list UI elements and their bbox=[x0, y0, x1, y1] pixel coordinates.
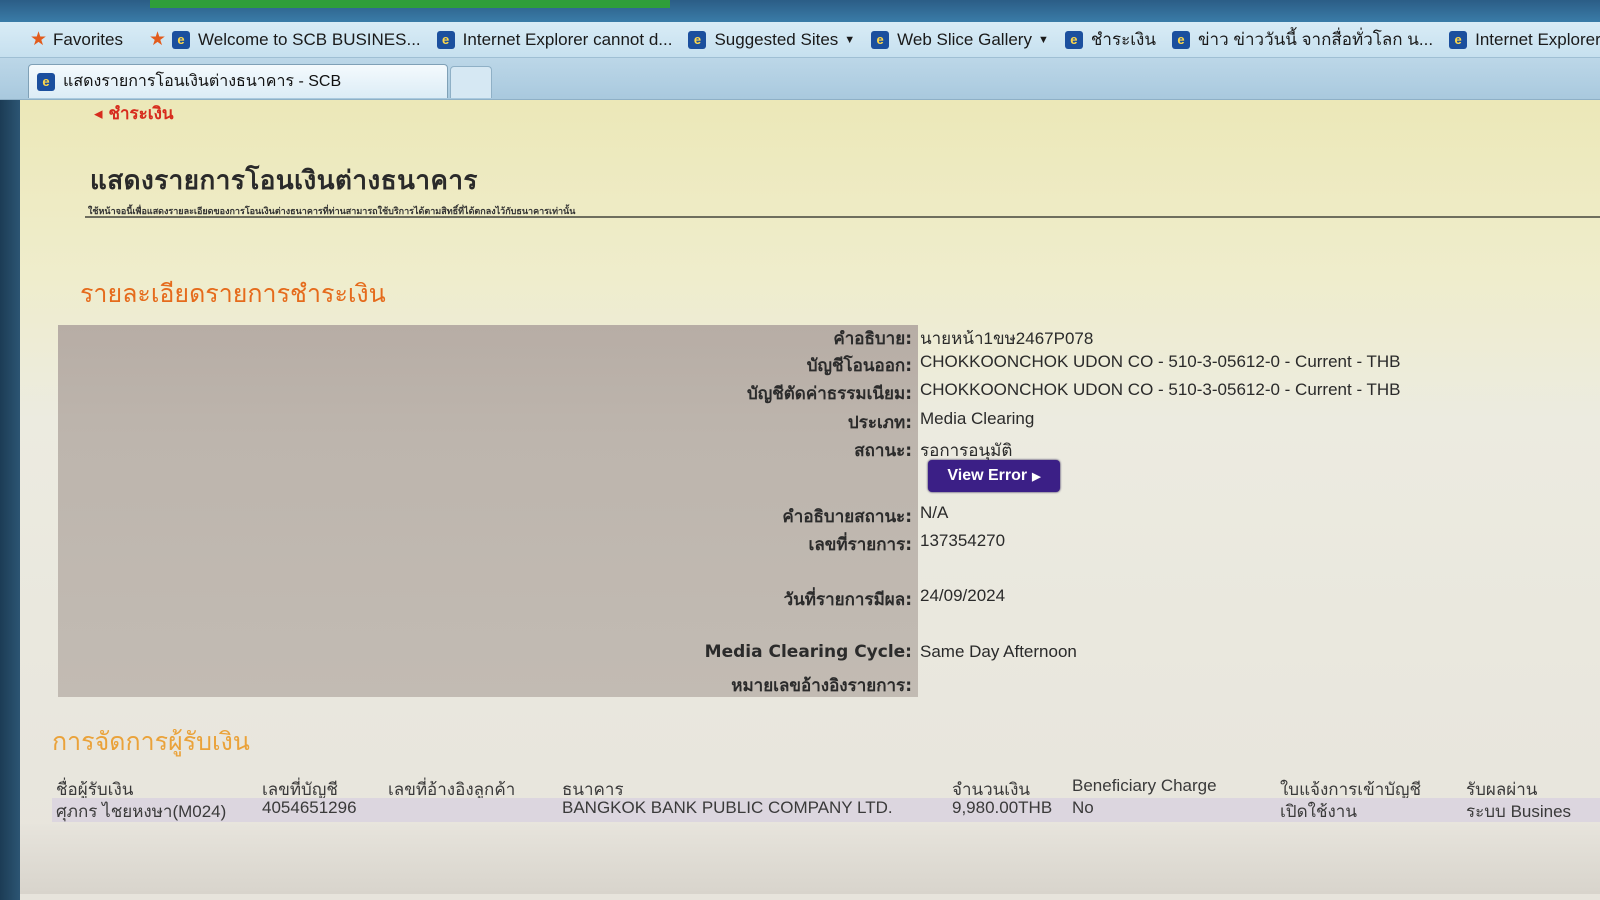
detail-value: N/A bbox=[920, 503, 949, 522]
ie-page-icon: e bbox=[688, 30, 707, 49]
favorite-link-label: ข่าว ข่าววันนี้ จากสื่อทั่วโลก น... bbox=[1197, 30, 1434, 49]
favorite-link[interactable]: e ชำระเงิน bbox=[1064, 26, 1156, 53]
detail-row-effective-date: วันที่รายการมีผล: 24/09/2024 bbox=[58, 586, 1558, 614]
detail-label: ประเภท: bbox=[847, 413, 912, 433]
ie-page-icon: e bbox=[172, 30, 191, 49]
favorite-link-suggested-sites[interactable]: e Suggested Sites ▼ bbox=[688, 30, 855, 50]
detail-row-debit-account: บัญชีโอนออก: CHOKKOONCHOK UDON CO - 510-… bbox=[58, 352, 1558, 380]
breadcrumb[interactable]: ◂ ชำระเงิน bbox=[94, 100, 174, 127]
favorites-button[interactable]: ★ Favorites bbox=[30, 28, 123, 51]
favorite-link-label: ชำระเงิน bbox=[1090, 30, 1156, 49]
favorites-label: Favorites bbox=[53, 29, 123, 49]
detail-row-status: สถานะ: รอการอนุมัติ bbox=[58, 437, 1558, 465]
favorite-link-label: Internet Explorer cannot d... bbox=[462, 29, 673, 49]
page-title: แสดงรายการโอนเงินต่างธนาคาร bbox=[90, 166, 478, 196]
ie-page-icon: e bbox=[37, 72, 55, 91]
tab-bar: e แสดงรายการโอนเงินต่างธนาคาร - SCB bbox=[0, 58, 1600, 100]
detail-value: นายหน้า1ขษ2467P078 bbox=[920, 329, 1094, 348]
favorite-link-label: Internet Explorer canno bbox=[1475, 29, 1600, 49]
detail-label: บัญชีโอนออก: bbox=[806, 356, 912, 376]
ie-page-icon: e bbox=[1449, 30, 1468, 49]
detail-value: CHOKKOONCHOK UDON CO - 510-3-05612-0 - C… bbox=[920, 352, 1401, 371]
detail-label: สถานะ: bbox=[854, 441, 912, 461]
page-bottom bbox=[20, 824, 1600, 894]
add-favorite-icon[interactable]: ★ bbox=[149, 28, 166, 51]
new-tab-button[interactable] bbox=[450, 66, 492, 98]
favorite-link-label: Web Slice Gallery bbox=[897, 29, 1032, 49]
detail-value: 137354270 bbox=[920, 531, 1006, 550]
favorite-link-label: Suggested Sites bbox=[714, 29, 839, 49]
detail-row-type: ประเภท: Media Clearing bbox=[58, 409, 1558, 437]
favorite-link[interactable]: e Internet Explorer canno bbox=[1449, 30, 1600, 50]
receive-via: ระบบ Busines bbox=[1466, 802, 1572, 821]
address-bar[interactable] bbox=[150, 0, 670, 8]
detail-label: คำอธิบายสถานะ: bbox=[782, 507, 912, 527]
chevron-down-icon: ▼ bbox=[1037, 33, 1049, 46]
favorite-link-label: Welcome to SCB BUSINES... bbox=[198, 29, 421, 49]
divider bbox=[85, 216, 1600, 218]
favorites-bar: ★ Favorites ★ e Welcome to SCB BUSINES..… bbox=[0, 22, 1600, 58]
ie-page-icon: e bbox=[871, 30, 890, 49]
detail-row-transaction-number: เลขที่รายการ: 137354270 bbox=[58, 531, 1558, 559]
tab-active[interactable]: e แสดงรายการโอนเงินต่างธนาคาร - SCB bbox=[28, 64, 448, 98]
chevron-right-icon: ▶ bbox=[1032, 470, 1041, 483]
detail-label: หมายเลขอ้างอิงรายการ: bbox=[731, 676, 912, 696]
favorite-link[interactable]: e ข่าว ข่าววันนี้ จากสื่อทั่วโลก น... bbox=[1171, 26, 1434, 53]
view-error-button[interactable]: View Error ▶ bbox=[928, 460, 1060, 492]
detail-value: CHOKKOONCHOK UDON CO - 510-3-05612-0 - C… bbox=[920, 380, 1401, 399]
ie-page-icon: e bbox=[1064, 30, 1083, 49]
tab-title: แสดงรายการโอนเงินต่างธนาคาร - SCB bbox=[63, 73, 342, 90]
detail-label: เลขที่รายการ: bbox=[808, 535, 912, 555]
details-heading: รายละเอียดรายการชำระเงิน bbox=[80, 279, 386, 308]
credit-advice: เปิดใช้งาน bbox=[1280, 802, 1357, 821]
favorite-link-web-slice-gallery[interactable]: e Web Slice Gallery ▼ bbox=[871, 30, 1049, 50]
detail-value: 24/09/2024 bbox=[920, 586, 1006, 605]
account-number: 4054651296 bbox=[262, 798, 357, 817]
bank-name: BANGKOK BANK PUBLIC COMPANY LTD. bbox=[562, 798, 893, 817]
detail-row-status-description: คำอธิบายสถานะ: N/A bbox=[58, 503, 1558, 531]
ie-page-icon: e bbox=[436, 30, 455, 49]
detail-value: Media Clearing bbox=[920, 409, 1035, 428]
detail-label: บัญชีตัดค่าธรรมเนียม: bbox=[746, 384, 912, 404]
favorite-link[interactable]: e Welcome to SCB BUSINES... bbox=[172, 30, 421, 50]
amount: 9,980.00THB bbox=[952, 798, 1053, 817]
favorite-link[interactable]: e Internet Explorer cannot d... bbox=[436, 29, 673, 50]
star-icon: ★ bbox=[30, 29, 48, 50]
browser-title-bar bbox=[0, 0, 1600, 22]
detail-label: คำอธิบาย: bbox=[833, 329, 912, 349]
page-content: ◂ ชำระเงิน แสดงรายการโอนเงินต่างธนาคาร ใ… bbox=[20, 100, 1600, 900]
window-frame bbox=[0, 22, 20, 900]
detail-row-description: คำอธิบาย: นายหน้า1ขษ2467P078 bbox=[58, 325, 1558, 353]
detail-row-media-clearing-cycle: Media Clearing Cycle: Same Day Afternoon bbox=[58, 642, 1558, 670]
view-error-label: View Error bbox=[947, 467, 1028, 484]
detail-label: วันที่รายการมีผล: bbox=[783, 590, 912, 610]
table-row[interactable]: ศุภกร ไชยหงษา(M024) 4054651296 BANGKOK B… bbox=[52, 798, 1600, 822]
payee-name: ศุภกร ไชยหงษา(M024) bbox=[56, 802, 227, 821]
detail-row-reference-number: หมายเลขอ้างอิงรายการ: bbox=[58, 672, 1558, 700]
payees-heading: การจัดการผู้รับเงิน bbox=[52, 727, 250, 756]
column-header: Beneficiary Charge bbox=[1072, 776, 1217, 795]
ie-page-icon: e bbox=[1171, 30, 1190, 49]
detail-label: Media Clearing Cycle: bbox=[704, 642, 912, 662]
beneficiary-charge: No bbox=[1072, 798, 1094, 817]
detail-row-fee-account: บัญชีตัดค่าธรรมเนียม: CHOKKOONCHOK UDON … bbox=[58, 380, 1558, 408]
chevron-down-icon: ▼ bbox=[844, 33, 856, 46]
detail-value: Same Day Afternoon bbox=[920, 642, 1077, 661]
payees-table-header: ชื่อผู้รับเงิน เลขที่บัญชี เลขที่อ้างอิง… bbox=[52, 776, 1600, 800]
